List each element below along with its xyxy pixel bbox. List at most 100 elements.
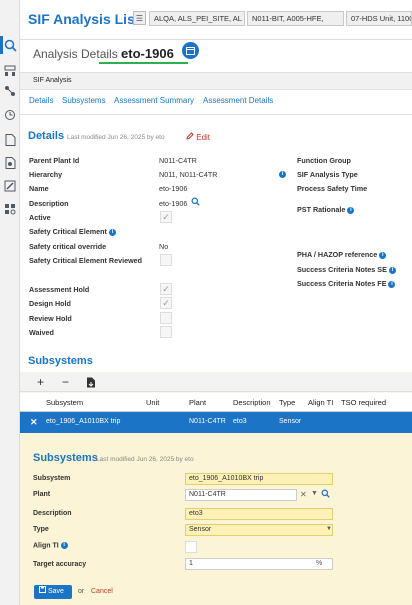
- history-icon[interactable]: [3, 108, 17, 122]
- safety-critical-reviewed-label: Safety Critical Element Reviewed: [29, 256, 143, 265]
- parent-plant-id-label: Parent Plant Id: [29, 156, 80, 165]
- assessment-hold-label: Assessment Hold: [29, 285, 90, 294]
- close-icon[interactable]: ✕: [30, 417, 38, 428]
- edit-label: Edit: [196, 133, 211, 142]
- success-fe-label: Success Criteria Notes FE i: [297, 279, 396, 288]
- breadcrumb-item[interactable]: N011-BIT, A005-HFE,: [247, 11, 344, 26]
- tab-details[interactable]: Details: [29, 96, 53, 105]
- section-bar: SIF Analysis: [20, 72, 412, 90]
- column-header[interactable]: Description: [233, 398, 271, 407]
- pst-rationale-label: PST Rationale i: [297, 205, 355, 214]
- active-label: Active: [29, 213, 51, 222]
- save-button[interactable]: Save: [34, 585, 72, 599]
- search-icon[interactable]: [321, 489, 330, 500]
- add-button[interactable]: +: [37, 375, 44, 389]
- subsystem-form-title: Subsystems: [33, 452, 98, 464]
- column-header[interactable]: Subsystem: [46, 398, 83, 407]
- assessment-hold-checkbox[interactable]: ✓: [160, 283, 172, 295]
- tab-subsystems[interactable]: Subsystems: [62, 96, 106, 105]
- chevron-down-icon[interactable]: ▼: [311, 490, 318, 497]
- subsystems-title: Subsystems: [28, 355, 93, 367]
- waived-label: Waived: [29, 328, 54, 337]
- safety-critical-element-label: Safety Critical Element i: [29, 227, 116, 236]
- column-header[interactable]: Type: [279, 398, 295, 407]
- column-header[interactable]: Align TI: [308, 398, 333, 407]
- chevron-down-icon[interactable]: ▼: [326, 526, 332, 532]
- design-hold-checkbox[interactable]: ✓: [160, 297, 172, 309]
- subsystem-form-modified: Last modified Jun 26, 2025 by eto: [96, 456, 194, 463]
- edit-form-icon[interactable]: [3, 179, 17, 193]
- calendar-button[interactable]: [182, 42, 199, 59]
- analysis-search-icon[interactable]: [3, 38, 17, 52]
- tab-assessment-summary[interactable]: Assessment Summary: [114, 96, 194, 105]
- table-row[interactable]: ✕ eto_1906_A1010BX trip N011-C4TR eto3 S…: [20, 412, 412, 433]
- remove-button[interactable]: −: [62, 375, 69, 389]
- waived-checkbox[interactable]: [160, 326, 172, 338]
- info-icon[interactable]: i: [379, 251, 387, 259]
- cell-plant: N011-C4TR: [189, 418, 226, 425]
- document-icon[interactable]: [3, 133, 17, 147]
- subsystems-grid-header: Subsystem Unit Plant Description Type Al…: [20, 393, 412, 412]
- subsystem-input[interactable]: eto_1906_A1010BX trip: [185, 473, 333, 485]
- process-safety-time-label: Process Safety Time: [297, 184, 368, 193]
- align-ti-label-text: Align TI: [33, 542, 59, 550]
- hierarchy-info-icon[interactable]: i: [277, 169, 286, 178]
- align-ti-label: Align TI i: [33, 542, 68, 549]
- left-nav-rail: [0, 0, 20, 605]
- subsystems-toolbar: + −: [20, 373, 412, 392]
- plant-label: Plant: [33, 491, 51, 498]
- safety-critical-reviewed-checkbox[interactable]: [160, 254, 172, 266]
- tab-bar: Details Subsystems Assessment Summary As…: [20, 96, 412, 110]
- name-value: eto-1906: [159, 184, 188, 193]
- breadcrumb-item[interactable]: ALQA, ALS_PEI_SITE, AL: [149, 11, 245, 26]
- pha-hazop-label-text: PHA / HAZOP reference: [297, 250, 378, 259]
- success-se-label: Success Criteria Notes SE i: [297, 265, 396, 274]
- tab-assessment-details[interactable]: Assessment Details: [203, 96, 273, 105]
- percent-unit: %: [316, 560, 323, 567]
- menu-icon[interactable]: ☰: [133, 11, 146, 25]
- description-input[interactable]: eto3: [185, 508, 333, 520]
- type-select[interactable]: Sensor: [185, 524, 333, 536]
- plant-input[interactable]: N011-C4TR: [185, 489, 297, 501]
- report-icon[interactable]: [3, 156, 17, 170]
- grid-settings-icon[interactable]: [3, 202, 17, 216]
- review-hold-checkbox[interactable]: [160, 312, 172, 324]
- app-title: SIF Analysis List: [28, 11, 140, 27]
- network-icon[interactable]: [3, 84, 17, 98]
- type-label: Type: [33, 526, 49, 533]
- cancel-button[interactable]: Cancel: [91, 588, 113, 595]
- pst-rationale-label-text: PST Rationale: [297, 205, 346, 214]
- info-icon[interactable]: i: [388, 266, 396, 274]
- align-ti-checkbox[interactable]: [185, 541, 197, 553]
- column-header[interactable]: Unit: [146, 398, 159, 407]
- description-label: Description: [29, 199, 69, 208]
- clear-icon[interactable]: ✕: [300, 490, 307, 499]
- page-title-id: eto-1906: [121, 46, 174, 61]
- parent-plant-id-value: N011-C4TR: [159, 156, 197, 165]
- hierarchy-icon[interactable]: [3, 64, 17, 78]
- info-icon[interactable]: i: [108, 228, 116, 236]
- details-modified: Last modified Jun 26, 2025 by eto: [67, 134, 165, 141]
- active-checkbox[interactable]: ✓: [160, 211, 172, 223]
- column-header[interactable]: TSO required: [341, 398, 386, 407]
- review-hold-label: Review Hold: [29, 314, 72, 323]
- cell-type: Sensor: [279, 418, 302, 425]
- breadcrumb-item[interactable]: 07-HDS Unit, 1100, 1: [346, 11, 412, 26]
- search-icon[interactable]: [191, 197, 200, 208]
- design-hold-label: Design Hold: [29, 299, 71, 308]
- target-accuracy-input[interactable]: 1: [185, 558, 333, 570]
- cell-subsystem: eto_1906_A1010BX trip: [46, 418, 121, 425]
- column-header[interactable]: Plant: [189, 398, 206, 407]
- details-title: Details: [28, 130, 65, 142]
- or-text: or: [78, 588, 85, 595]
- info-icon[interactable]: i: [347, 206, 355, 214]
- info-icon[interactable]: i: [388, 280, 396, 288]
- description-value: eto-1906: [159, 199, 188, 208]
- export-icon[interactable]: [86, 377, 96, 390]
- info-icon[interactable]: i: [60, 542, 68, 549]
- edit-button[interactable]: Edit: [186, 132, 210, 142]
- success-se-label-text: Success Criteria Notes SE: [297, 265, 387, 274]
- save-label: Save: [47, 588, 64, 595]
- name-label: Name: [29, 184, 49, 193]
- section-bar-label: SIF Analysis: [33, 77, 72, 84]
